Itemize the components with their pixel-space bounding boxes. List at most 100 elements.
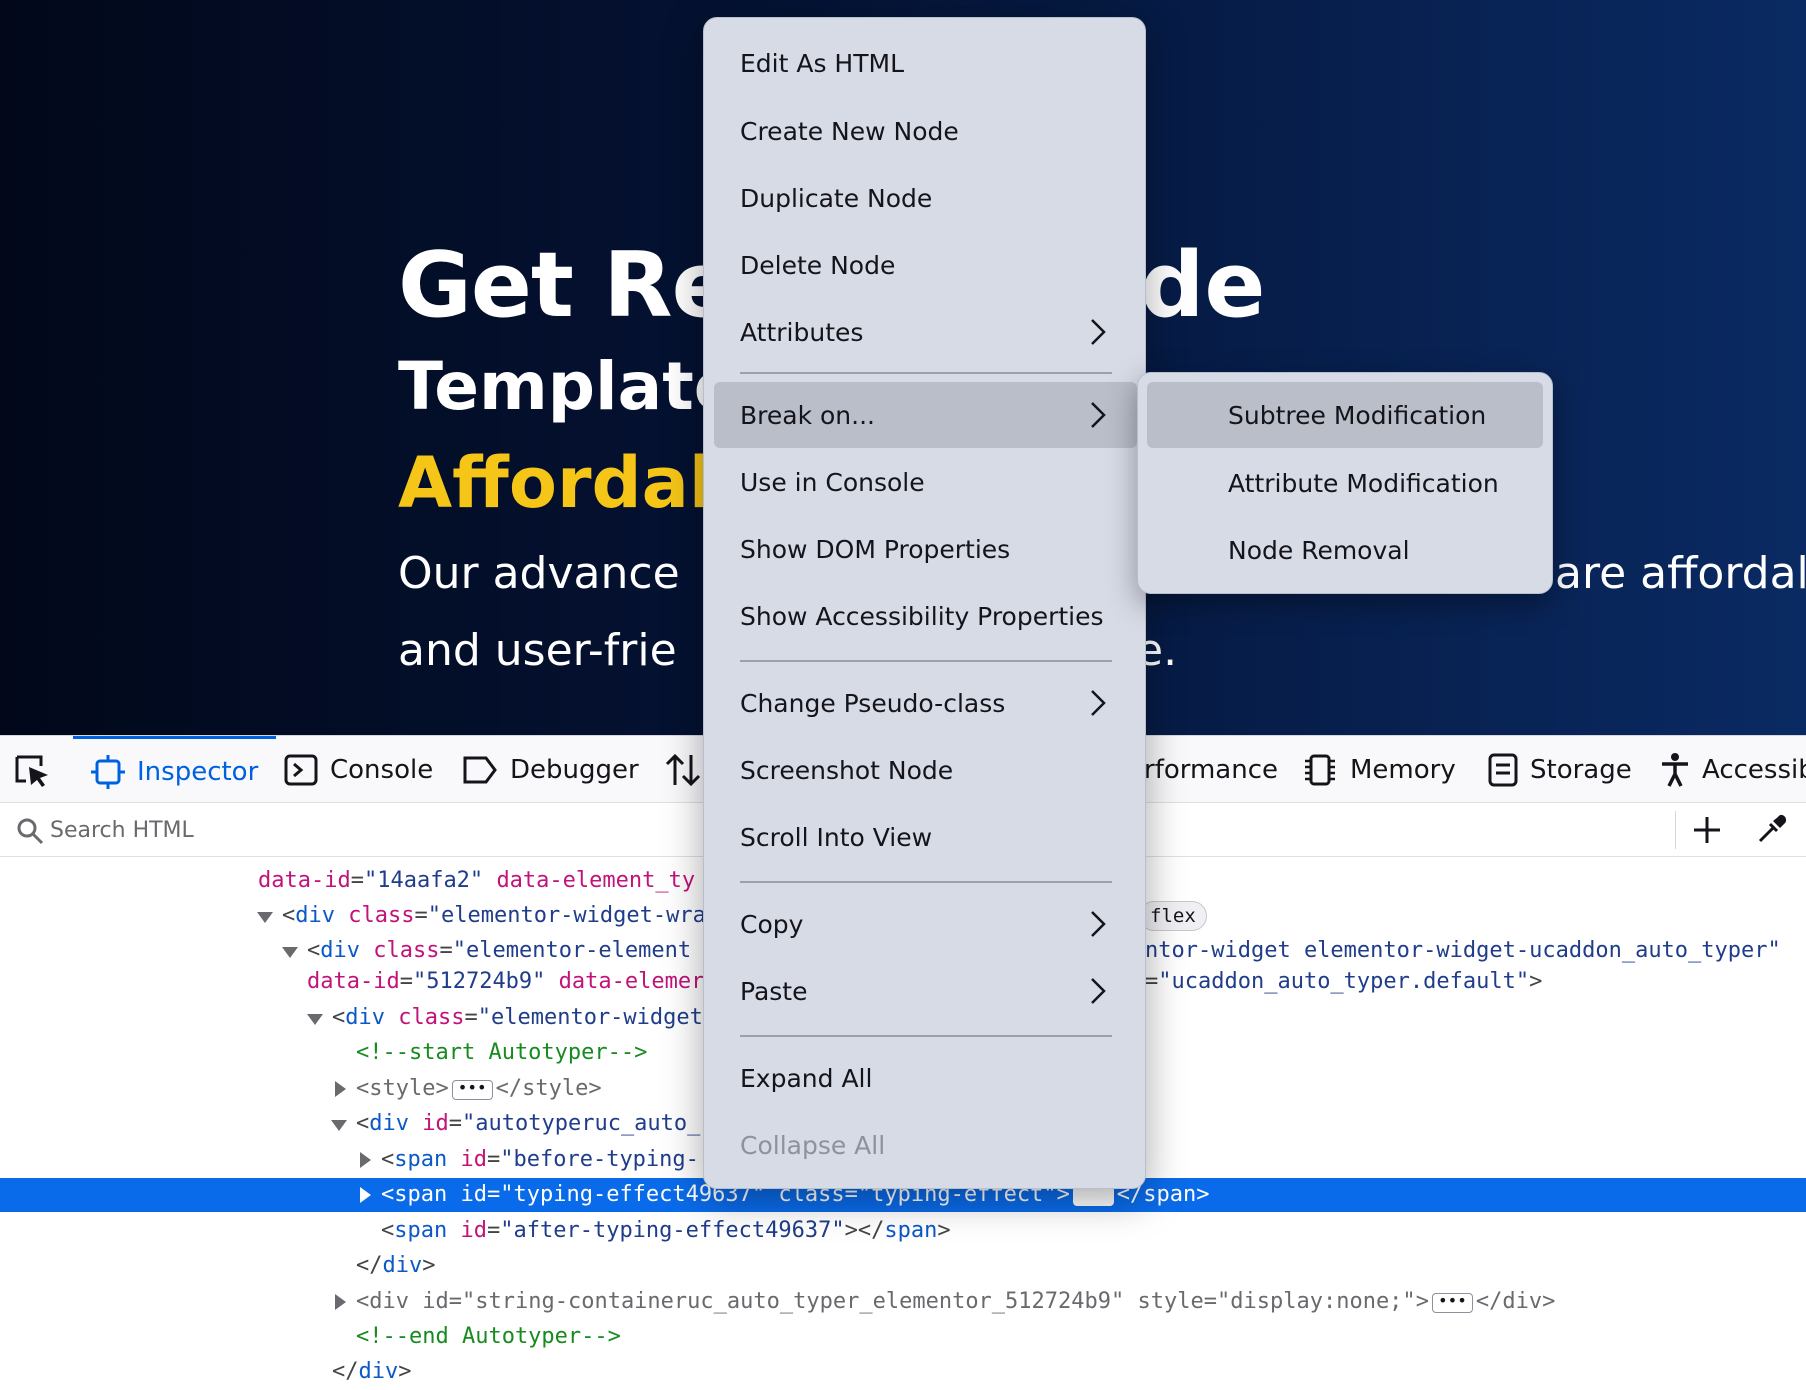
attr-value: "14aafa2" (363, 868, 484, 893)
add-node-button[interactable] (1692, 815, 1722, 849)
expand-toggle[interactable] (360, 1187, 371, 1203)
menu-item-label: Break on... (740, 400, 875, 430)
hero-accent-heading: Affordab (398, 442, 739, 524)
attr-value: "before-typing- (500, 1147, 699, 1172)
tab-memory[interactable]: Memory (1302, 736, 1456, 804)
menu-item-edit-as-html[interactable]: Edit As HTML (714, 30, 1137, 96)
menu-item-show-accessibility-properties[interactable]: Show Accessibility Properties (714, 583, 1137, 649)
html-comment: <!--end Autotyper--> (356, 1324, 621, 1349)
attr-value: "string-containeruc_auto_typer_elementor… (462, 1289, 1125, 1314)
tab-storage[interactable]: Storage (1488, 736, 1632, 804)
expand-toggle[interactable] (307, 1014, 323, 1025)
menu-item-change-pseudo-class[interactable]: Change Pseudo-class (714, 670, 1137, 736)
chevron-right-icon (1091, 690, 1106, 716)
network-arrows-icon (665, 753, 701, 787)
search-icon (17, 818, 44, 845)
expand-toggle[interactable] (335, 1294, 346, 1310)
attr-value: "after-typing-effect49637" (500, 1218, 845, 1243)
tag-name: span (394, 1182, 448, 1207)
submenu-item-label: Attribute Modification (1228, 468, 1499, 498)
chevron-right-icon (1091, 402, 1106, 428)
tab-inspector-label: Inspector (137, 756, 259, 787)
menu-item-duplicate-node[interactable]: Duplicate Node (714, 165, 1137, 231)
search-html-input[interactable] (50, 811, 650, 849)
tag-name: span (1143, 1182, 1197, 1207)
menu-item-expand-all[interactable]: Expand All (714, 1045, 1137, 1111)
menu-item-collapse-all: Collapse All (714, 1112, 1137, 1178)
debugger-icon (463, 756, 497, 784)
tab-performance[interactable]: rformance (1144, 736, 1278, 804)
collapsed-content-badge[interactable]: ••• (451, 1080, 493, 1100)
flex-badge[interactable]: flex (1139, 901, 1207, 931)
element-picker-button[interactable] (14, 754, 52, 792)
tab-accessibility-label: Accessib (1702, 755, 1806, 785)
expand-toggle[interactable] (282, 947, 298, 958)
tab-debugger[interactable]: Debugger (462, 736, 639, 804)
attr-name: style (1137, 1289, 1204, 1314)
hero-paragraph-line2: and user-frie (398, 625, 677, 676)
expand-toggle[interactable] (335, 1081, 346, 1097)
tag-name: span (394, 1218, 448, 1243)
tab-memory-label: Memory (1350, 755, 1456, 785)
collapsed-content-badge[interactable]: ••• (1072, 1186, 1114, 1206)
attr-name: id (460, 1147, 487, 1172)
menu-item-paste[interactable]: Paste (714, 958, 1137, 1024)
eyedropper-button[interactable] (1756, 813, 1788, 849)
menu-item-show-dom-properties[interactable]: Show DOM Properties (714, 516, 1137, 582)
attr-name: class (398, 1005, 465, 1030)
menu-item-create-new-node[interactable]: Create New Node (714, 98, 1137, 164)
tag-name: style (369, 1076, 436, 1101)
menu-item-copy[interactable]: Copy (714, 891, 1137, 957)
expand-toggle[interactable] (331, 1120, 347, 1131)
attr-value: "elementor-widget-wra (427, 903, 706, 928)
menu-item-label: Scroll Into View (740, 822, 933, 852)
markup-line[interactable]: <div id="string-containeruc_auto_typer_e… (0, 1285, 1806, 1319)
attr-name: class (348, 903, 415, 928)
menu-item-label: Expand All (740, 1063, 873, 1093)
menu-item-break-on[interactable]: Break on... (714, 382, 1137, 448)
expand-toggle[interactable] (360, 1152, 371, 1168)
collapsed-content-badge[interactable]: ••• (1431, 1293, 1473, 1313)
menu-item-attributes[interactable]: Attributes (714, 299, 1137, 365)
attr-name: id (460, 1218, 487, 1243)
menu-item-label: Change Pseudo-class (740, 688, 1006, 718)
memory-icon (1305, 754, 1335, 786)
attr-name: class (373, 938, 440, 963)
attr-value-continued: ntor-widget elementor-widget-ucaddon_aut… (1145, 938, 1781, 963)
submenu-item-attribute-modification[interactable]: Attribute Modification (1147, 450, 1543, 516)
tab-network[interactable] (664, 736, 702, 804)
menu-item-label: Collapse All (740, 1130, 886, 1160)
tag-name: span (394, 1147, 448, 1172)
inspector-icon (91, 754, 125, 789)
markup-line[interactable]: </div> (0, 1355, 1806, 1389)
attr-name: id (422, 1289, 449, 1314)
expand-toggle[interactable] (257, 912, 273, 923)
tab-console[interactable]: Console (284, 736, 433, 804)
menu-item-use-in-console[interactable]: Use in Console (714, 449, 1137, 515)
attr-name: data-elemer (558, 969, 705, 994)
submenu-item-subtree-modification[interactable]: Subtree Modification (1147, 382, 1543, 448)
menu-separator (740, 372, 1112, 374)
markup-line[interactable]: <!--end Autotyper--> (0, 1320, 1806, 1354)
markup-line[interactable]: <span id="after-typing-effect49637"></sp… (0, 1214, 1806, 1248)
markup-line[interactable]: </div> (0, 1249, 1806, 1283)
tab-inspector[interactable]: Inspector (73, 736, 277, 804)
tag-name: style (522, 1076, 589, 1101)
context-menu: Edit As HTML Create New Node Duplicate N… (703, 17, 1146, 1189)
attr-value: "512724b9" (412, 969, 546, 994)
accessibility-icon (1662, 753, 1688, 787)
attr-name: id (422, 1111, 449, 1136)
menu-separator (740, 660, 1112, 662)
attr-name: data-id (258, 868, 351, 893)
menu-item-scroll-into-view[interactable]: Scroll Into View (714, 804, 1137, 870)
menu-item-screenshot-node[interactable]: Screenshot Node (714, 737, 1137, 803)
submenu-item-node-removal[interactable]: Node Removal (1147, 517, 1543, 583)
menu-item-label: Show DOM Properties (740, 534, 1011, 564)
attr-value: "ucaddon_auto_typer.default" (1158, 969, 1530, 994)
tag-name: div (369, 1111, 409, 1136)
menu-item-delete-node[interactable]: Delete Node (714, 232, 1137, 298)
attr-name: id (460, 1182, 487, 1207)
menu-item-label: Delete Node (740, 250, 896, 280)
tag-name: div (1502, 1289, 1543, 1314)
tab-accessibility[interactable]: Accessib (1660, 736, 1806, 804)
